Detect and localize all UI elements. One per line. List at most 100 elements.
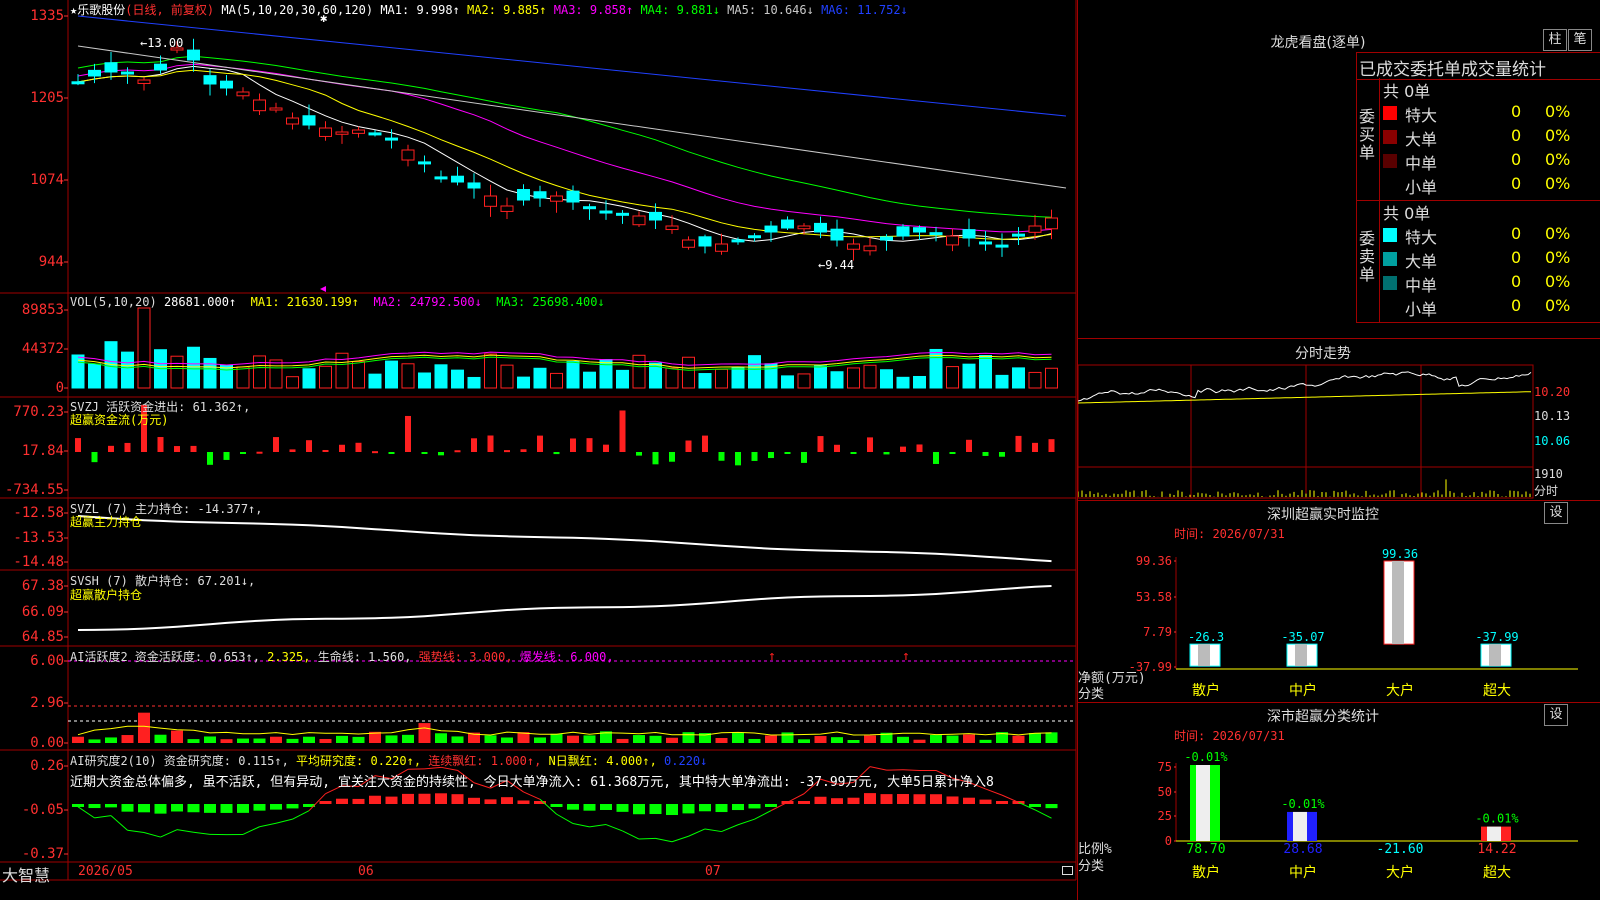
candle-up (632, 215, 646, 226)
activity-bar (1012, 735, 1025, 743)
research-line (737, 818, 755, 826)
candle-down (533, 191, 547, 199)
stats-bar-label: -0.01% (1281, 797, 1325, 811)
outflow-bar (999, 452, 1005, 457)
volume-bar (368, 373, 382, 389)
stats-bar-label: -0.01% (1184, 750, 1228, 764)
lock-icon[interactable] (1062, 866, 1073, 875)
activity-bar (385, 735, 398, 743)
research-bar (484, 799, 497, 804)
activity-bar (270, 736, 282, 743)
research-line (259, 822, 277, 828)
monitor-bar-value: -35.07 (1281, 630, 1324, 644)
monitor-bar-0 (1189, 643, 1221, 667)
volume-bar (517, 376, 530, 389)
inflow-bar (1032, 442, 1038, 452)
activity-bar (418, 723, 431, 743)
intraday-panel[interactable]: 分时走势 10.20 10.13 10.06 1910 分时 (1078, 339, 1600, 501)
dragon-panel: 龙虎看盘(逐单) 柱 笔 已成交委托单成交量统计 委买单 共 0单 特大 0 0% 大… (1078, 0, 1600, 339)
research-bar (583, 804, 596, 811)
retail-holding-line (77, 585, 1052, 631)
ai2-tick-0: 0.26 (30, 758, 64, 774)
vol-legend: VOL(5,10,20) 28681.000↑, MA1: 21630.199↑… (70, 295, 605, 309)
activity-bar (715, 737, 728, 743)
activity-bar (187, 739, 200, 743)
sell-row-name-0: 特大 (1405, 228, 1438, 247)
inflow-bar (1015, 435, 1022, 452)
svzj-tick-1: 17.84 (21, 443, 64, 459)
research-bar (1045, 804, 1058, 809)
candle-up (682, 239, 695, 248)
buy-row-name-3: 小单 (1405, 178, 1438, 197)
dragon-title: 龙虎看盘(逐单) (1270, 35, 1366, 51)
sell-row-pct-1: 0% (1545, 248, 1571, 267)
inflow-bar (306, 440, 312, 452)
inflow-bar (174, 446, 180, 452)
research-bar (550, 804, 563, 807)
candle-down (385, 137, 398, 141)
monitor-bar-3 (1480, 643, 1512, 667)
svsh-sub: 超赢散户持仓 (70, 588, 143, 602)
vol-tick-0: 89853 (21, 302, 64, 318)
candle-down (616, 212, 629, 216)
outflow-bar (784, 452, 791, 454)
candle-up (797, 225, 811, 230)
inflow-bar (190, 445, 197, 452)
volume-bar (599, 359, 613, 389)
research-bar (154, 804, 167, 814)
candle-down (71, 81, 85, 85)
outflow-bar (421, 452, 428, 454)
inflow-bar (454, 450, 461, 453)
inflow-bar (124, 442, 131, 452)
activity-bar (798, 739, 810, 743)
candle-down (929, 232, 943, 236)
monitor-ytick: 53.58 (1136, 590, 1172, 604)
chart-mode: (日线, 前复权) (125, 3, 215, 17)
research-line (275, 818, 293, 824)
outflow-bar (91, 452, 98, 463)
volume-bar (203, 357, 217, 389)
inflow-bar (322, 449, 329, 452)
volume-bar (748, 355, 761, 389)
research-bar (138, 804, 150, 813)
activity-bar (105, 737, 117, 743)
activity-bar (435, 733, 447, 743)
tick-mode-button[interactable]: 笔 (1568, 29, 1592, 51)
main-holding-line (77, 515, 1052, 563)
candle-down (566, 190, 580, 203)
research-bar (930, 794, 942, 804)
research-line (869, 766, 887, 771)
activity-bar (897, 736, 909, 743)
inflow-bar (537, 435, 543, 452)
research-line (193, 831, 211, 835)
activity-bar (831, 737, 843, 743)
monitor-category: 超大 (1483, 683, 1511, 699)
buy-row-count-2: 0 (1511, 150, 1522, 169)
stats-axis-sub: 分类 (1078, 859, 1105, 874)
volume-bar (1045, 367, 1058, 389)
candle-up (253, 99, 266, 112)
price-tick-3: 944 (38, 254, 64, 270)
svsh-tick-0: 67.38 (21, 578, 64, 594)
candle-up (715, 243, 728, 252)
ai1-part-2: 生命线: 1.560, (317, 650, 419, 664)
activity-bar (748, 738, 761, 743)
activity-bar (220, 739, 233, 743)
vol-tick-1: 44372 (21, 341, 64, 357)
stock-name: ★乐歌股份 (70, 3, 126, 17)
candle-down (599, 210, 613, 214)
activity-bar (550, 733, 563, 743)
main-title-line: ★乐歌股份(日线, 前复权) MA(5,10,20,30,60,120) MA1… (70, 1, 908, 18)
research-bar (319, 800, 332, 804)
research-bar (402, 793, 414, 804)
bar-mode-button[interactable]: 柱 (1543, 29, 1567, 51)
research-bar (88, 804, 101, 809)
research-bar (435, 793, 447, 804)
stats-bar-value: 28.68 (1283, 842, 1322, 857)
activity-bar (1029, 732, 1041, 743)
ai1-part-1: 2.325, (267, 650, 318, 664)
inflow-bar (339, 444, 345, 452)
research-line (176, 829, 194, 833)
candle-down (649, 211, 662, 221)
sell-block: 委卖单 共 0单 特大 0 0% 大单 0 0% 中单 0 0% 小单 0 0% (1356, 200, 1600, 323)
